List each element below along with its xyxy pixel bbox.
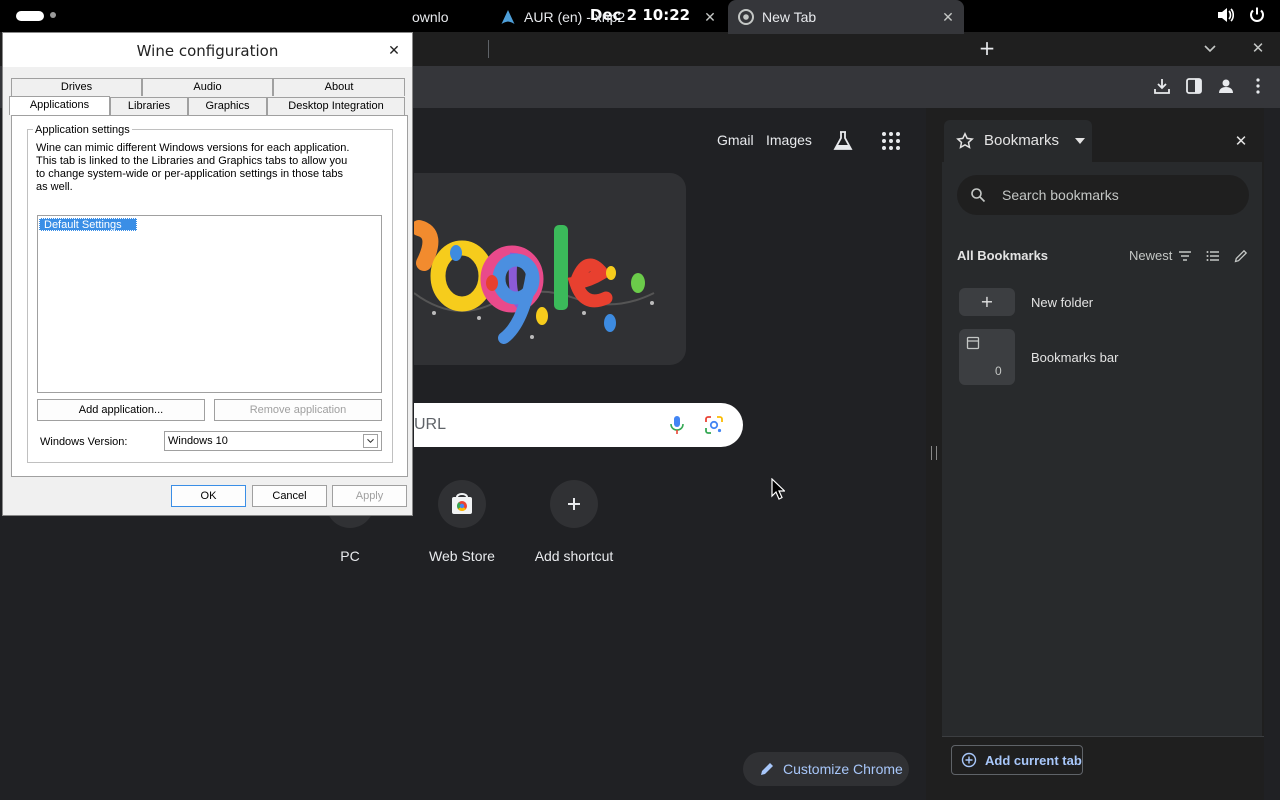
- mouse-cursor-icon: [771, 478, 785, 500]
- labs-flask-icon[interactable]: [832, 130, 854, 152]
- google-doodle[interactable]: [414, 173, 686, 365]
- tab-close-icon[interactable]: ✕: [700, 9, 720, 26]
- download-icon[interactable]: [1152, 76, 1172, 96]
- chrome-logo-icon: [738, 9, 754, 25]
- sort-filter-icon[interactable]: [1178, 249, 1192, 263]
- chevron-down-icon[interactable]: [1200, 38, 1220, 58]
- side-panel-title: Bookmarks: [984, 132, 1060, 149]
- application-list[interactable]: [37, 215, 382, 393]
- shortcut-label: Add shortcut: [534, 548, 614, 564]
- wine-configuration-dialog: Wine configuration ✕ Drives Audio About …: [2, 32, 413, 516]
- dialog-titlebar[interactable]: Wine configuration ✕: [3, 33, 412, 67]
- shortcut-tile: [438, 480, 486, 528]
- system-tray[interactable]: [1216, 6, 1266, 24]
- volume-icon: [1218, 8, 1234, 22]
- kebab-menu-icon[interactable]: [1248, 76, 1268, 96]
- plus-circle-icon: [961, 752, 977, 768]
- profile-icon[interactable]: [1216, 76, 1236, 96]
- tab-title: AUR (en) - xnp2: [524, 9, 626, 25]
- images-link[interactable]: Images: [766, 132, 812, 148]
- shortcut-label: Web Store: [429, 548, 495, 564]
- sort-button[interactable]: Newest: [1129, 248, 1172, 263]
- tab-desktop-integration[interactable]: Desktop Integration: [267, 97, 405, 115]
- customize-label: Customize Chrome: [783, 761, 903, 777]
- tab-about[interactable]: About: [273, 78, 405, 96]
- tab-aur[interactable]: AUR (en) - xnp2 ✕: [494, 0, 726, 34]
- description-text: Wine can mimic different Windows version…: [36, 142, 350, 193]
- bookmarks-bar-label[interactable]: Bookmarks bar: [1031, 350, 1118, 365]
- search-box[interactable]: [414, 403, 743, 447]
- resize-handle[interactable]: [931, 446, 937, 460]
- edit-pencil-icon[interactable]: [1234, 249, 1248, 263]
- caret-down-icon[interactable]: [1074, 136, 1086, 146]
- list-item[interactable]: Default Settings: [39, 218, 137, 231]
- add-current-tab-button[interactable]: Add current tab: [951, 745, 1083, 775]
- side-panel-icon[interactable]: [1184, 76, 1204, 96]
- group-label: Application settings: [33, 124, 132, 136]
- apply-button[interactable]: Apply: [332, 485, 407, 507]
- search-icon: [971, 188, 986, 203]
- pencil-icon: [761, 763, 773, 775]
- add-current-tab-label: Add current tab: [985, 752, 1082, 768]
- gmail-link[interactable]: Gmail: [717, 132, 754, 148]
- shortcut-label: PC: [340, 548, 360, 564]
- tab-new-tab[interactable]: New Tab ✕: [728, 0, 964, 34]
- windows-version-label: Windows Version:: [40, 436, 128, 448]
- google-apps-grid-icon[interactable]: [880, 130, 902, 152]
- window-close-icon[interactable]: ✕: [1248, 38, 1268, 58]
- toolbar-actions: [1152, 76, 1268, 96]
- google-lens-icon[interactable]: [704, 415, 724, 435]
- windows-version-select[interactable]: Windows 10: [164, 431, 382, 451]
- tab-applications[interactable]: Applications: [9, 96, 110, 115]
- tab-title: New Tab: [762, 9, 817, 25]
- bookmarks-bar-count: 0: [995, 364, 1002, 378]
- star-icon: [956, 132, 974, 149]
- cancel-button[interactable]: Cancel: [252, 485, 327, 507]
- search-placeholder: URL: [414, 416, 447, 433]
- bookmarks-search-input[interactable]: [1002, 186, 1242, 204]
- add-application-button[interactable]: Add application...: [37, 399, 205, 421]
- close-side-panel-icon[interactable]: ✕: [1232, 132, 1250, 150]
- new-folder-tile[interactable]: +: [959, 288, 1015, 316]
- side-panel-footer-divider: [942, 736, 1264, 737]
- tab-drives[interactable]: Drives: [11, 78, 142, 96]
- tab-separator: [488, 40, 489, 58]
- plus-icon: [568, 498, 580, 510]
- list-view-icon[interactable]: [1206, 249, 1220, 263]
- tab-title: ownlo: [412, 9, 449, 25]
- bookmarks-heading: All Bookmarks: [957, 248, 1049, 263]
- shortcut-tile: [550, 480, 598, 528]
- tab-libraries[interactable]: Libraries: [110, 97, 188, 115]
- tab-download[interactable]: ownlo: [412, 0, 488, 34]
- power-icon: [1250, 7, 1264, 22]
- tab-close-icon[interactable]: ✕: [938, 9, 958, 26]
- remove-application-button[interactable]: Remove application: [214, 399, 382, 421]
- new-tab-button[interactable]: +: [976, 36, 998, 60]
- bookmarks-bar-icon: [966, 336, 980, 350]
- tab-audio[interactable]: Audio: [142, 78, 273, 96]
- web-store-icon: [452, 493, 472, 514]
- microphone-icon[interactable]: [668, 415, 686, 435]
- customize-chrome-button[interactable]: Customize Chrome: [743, 752, 909, 786]
- dialog-close-icon[interactable]: ✕: [386, 42, 402, 58]
- ok-button[interactable]: OK: [171, 485, 246, 507]
- tab-graphics[interactable]: Graphics: [188, 97, 267, 115]
- arch-logo-icon: [501, 10, 515, 24]
- chevron-down-icon[interactable]: [363, 434, 378, 448]
- dialog-title: Wine configuration: [136, 42, 279, 60]
- shortcut-web-store[interactable]: Web Store: [406, 480, 518, 564]
- new-folder-label[interactable]: New folder: [1031, 295, 1093, 310]
- add-shortcut-button[interactable]: Add shortcut: [518, 480, 630, 564]
